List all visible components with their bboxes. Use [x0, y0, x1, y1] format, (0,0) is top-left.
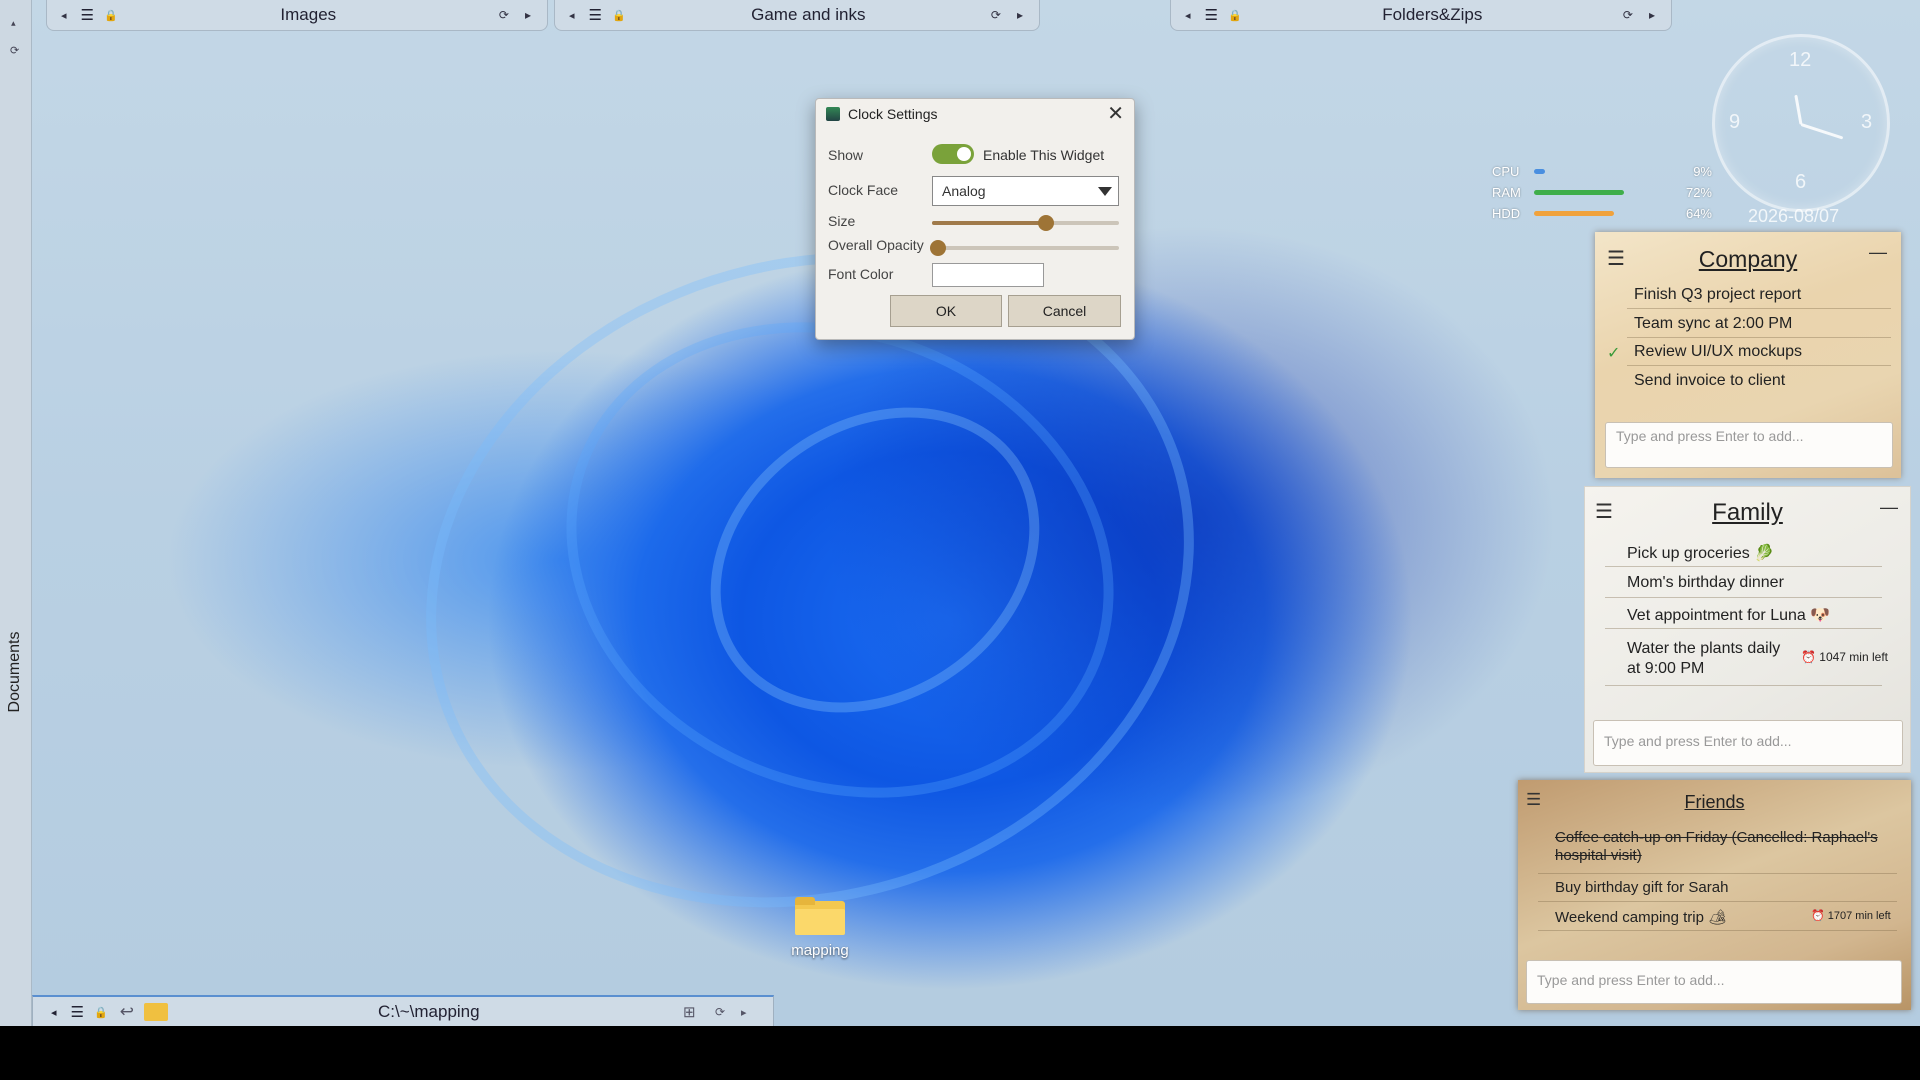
fence-title: Images: [280, 5, 337, 24]
menu-icon[interactable]: ☰: [71, 1003, 84, 1021]
reminder-timer: ⏰ 1707 min left: [1811, 910, 1891, 922]
refresh-icon[interactable]: ⟳: [991, 8, 1001, 22]
lock-icon[interactable]: 🔒: [1228, 9, 1242, 22]
refresh-icon[interactable]: ⟳: [715, 1005, 725, 1019]
note-title: Friends: [1684, 792, 1745, 812]
ok-button[interactable]: OK: [890, 295, 1002, 327]
reminder-timer: ⏰ 1047 min left: [1801, 650, 1888, 664]
close-icon[interactable]: ✕: [1107, 101, 1124, 126]
clock-date: 2026-08/07: [1748, 206, 1840, 226]
check-icon: ✓: [1607, 345, 1621, 362]
note-title: Family: [1712, 499, 1783, 526]
prev-icon[interactable]: ◂: [569, 9, 575, 22]
company-note-widget: ☰ Company — Finish Q3 project report Tea…: [1595, 232, 1901, 478]
prev-icon[interactable]: ◂: [61, 9, 67, 22]
clock-settings-dialog: Clock Settings ✕ Show Enable This Widget…: [815, 98, 1135, 340]
lock-icon[interactable]: 🔒: [612, 9, 626, 22]
refresh-icon[interactable]: ⟳: [1623, 8, 1633, 22]
add-item-input[interactable]: Type and press Enter to add...: [1593, 720, 1903, 766]
prev-icon[interactable]: ◂: [51, 1006, 57, 1019]
menu-icon[interactable]: ☰: [589, 6, 602, 24]
clock-numeral-6: 6: [1795, 171, 1807, 193]
clock-minute-hand: [1800, 123, 1844, 140]
opacity-slider[interactable]: [929, 240, 1119, 256]
note-title: Company: [1698, 246, 1798, 272]
prev-icon[interactable]: ◂: [1185, 9, 1191, 22]
next-icon[interactable]: ▸: [525, 8, 531, 22]
taskbar: [0, 1026, 1920, 1080]
lock-icon[interactable]: 🔒: [104, 9, 118, 22]
hdd-meter: HDD 64%: [1492, 206, 1712, 221]
collapse-up-icon[interactable]: ◂: [8, 21, 19, 26]
clock-numeral-12: 12: [1789, 49, 1812, 71]
font-color-label: Font Color: [828, 266, 894, 282]
cancel-button[interactable]: Cancel: [1008, 295, 1121, 327]
size-slider-thumb[interactable]: [1038, 215, 1055, 231]
clock-numeral-3: 3: [1861, 111, 1873, 133]
size-slider[interactable]: [932, 215, 1119, 231]
next-icon[interactable]: ▸: [1649, 8, 1655, 22]
hdd-bar: [1534, 211, 1614, 216]
size-label: Size: [828, 213, 856, 229]
fence-images[interactable]: ◂ ☰ 🔒 Images ⟳ ▸: [46, 0, 548, 31]
family-note-widget: ☰ Family — Pick up groceries 🥬 Mom's bir…: [1584, 486, 1911, 773]
clock-hour-hand: [1794, 94, 1803, 125]
enable-widget-label: Enable This Widget: [983, 147, 1105, 163]
add-item-input[interactable]: Type and press Enter to add...: [1526, 960, 1902, 1004]
ram-meter: RAM 72%: [1492, 185, 1712, 200]
overall-opacity-label: Overall Opacity: [828, 237, 924, 253]
chevron-down-icon: [1098, 187, 1112, 196]
friends-note-widget: ☰ Friends Coffee catch-up on Friday (Can…: [1518, 780, 1911, 1010]
next-icon[interactable]: ▸: [741, 1006, 747, 1019]
fence-path: C:\~\mapping: [378, 1002, 480, 1021]
clock-numeral-9: 9: [1729, 111, 1741, 133]
menu-icon[interactable]: ☰: [1205, 6, 1218, 24]
font-color-picker[interactable]: [932, 263, 1044, 287]
documents-side-fence[interactable]: ◂ ⟳ Documents: [0, 0, 32, 1026]
app-icon: [826, 107, 840, 121]
next-icon[interactable]: ▸: [1017, 8, 1023, 22]
opacity-slider-thumb[interactable]: [929, 240, 946, 256]
cpu-meter: CPU 9%: [1492, 164, 1712, 179]
analog-clock-widget[interactable]: 12 3 6 9: [1712, 34, 1890, 212]
refresh-icon[interactable]: ⟳: [499, 8, 509, 22]
fence-title: Game and inks: [751, 5, 866, 24]
grid-view-icon[interactable]: ⊞: [683, 1003, 696, 1021]
refresh-icon[interactable]: ⟳: [10, 44, 19, 57]
folder-icon[interactable]: [795, 897, 845, 935]
add-item-input[interactable]: Type and press Enter to add...: [1605, 422, 1893, 468]
dialog-title: Clock Settings: [826, 106, 937, 122]
fence-folders-zips[interactable]: ◂ ☰ 🔒 Folders&Zips ⟳ ▸: [1170, 0, 1672, 31]
lock-icon[interactable]: 🔒: [94, 1006, 108, 1019]
minimize-icon[interactable]: —: [1880, 497, 1898, 518]
desktop-folder-label[interactable]: mapping: [775, 942, 865, 959]
clock-face-select[interactable]: Analog: [932, 176, 1119, 206]
menu-icon[interactable]: ☰: [81, 6, 94, 24]
clock-face-label: Clock Face: [828, 182, 899, 198]
minimize-icon[interactable]: —: [1869, 242, 1887, 263]
cpu-bar: [1534, 169, 1546, 174]
enable-widget-toggle[interactable]: [932, 144, 974, 164]
folder-icon: [143, 1003, 168, 1021]
show-label: Show: [828, 147, 864, 163]
fence-game-and-inks[interactable]: ◂ ☰ 🔒 Game and inks ⟳ ▸: [554, 0, 1040, 31]
fence-mapping[interactable]: ◂ ☰ 🔒 ↩ C:\~\mapping ⊞ ⟳ ▸: [32, 995, 774, 1028]
documents-fence-title: Documents: [6, 631, 23, 713]
ram-bar: [1534, 190, 1624, 195]
fence-title: Folders&Zips: [1382, 5, 1483, 24]
back-icon[interactable]: ↩: [120, 1002, 134, 1022]
